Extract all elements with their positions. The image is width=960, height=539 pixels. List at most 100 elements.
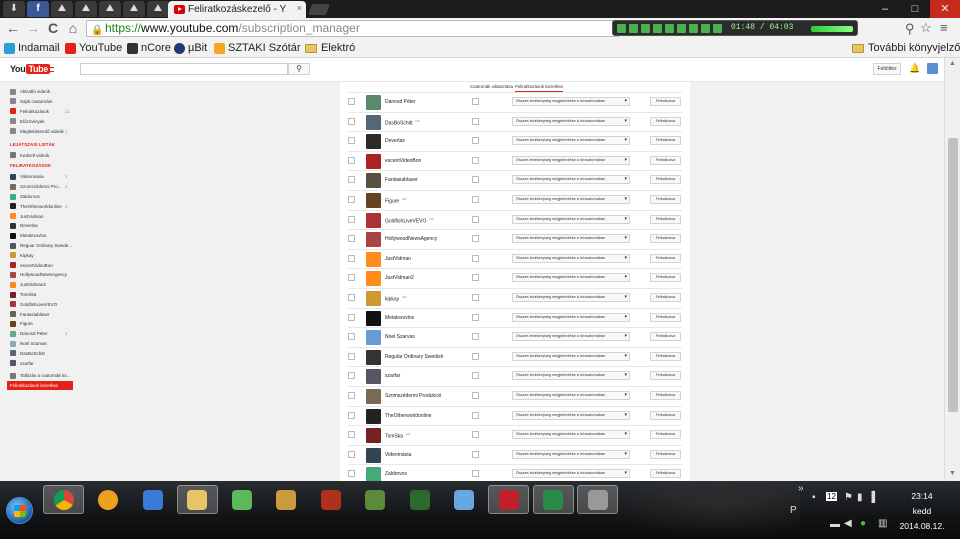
taskbar-app-gear-app[interactable]	[577, 485, 618, 514]
unsubscribe-button[interactable]: Feliratkozva	[650, 371, 681, 381]
other-bookmarks[interactable]: További könyvjelzők	[852, 42, 960, 54]
taskbar-clock[interactable]: 23:14 kedd 2014.08.12.	[897, 489, 947, 534]
taskbar-app-tree[interactable]	[399, 485, 440, 514]
unsubscribe-button[interactable]: Feliratkozva	[650, 175, 681, 185]
guide-subscription-item[interactable]: Reguar Ordinary Swede...	[10, 241, 72, 250]
channel-name[interactable]: TomSka HD	[385, 432, 410, 440]
guide-item[interactable]: Aktiváló videók	[10, 87, 50, 96]
unsubscribe-button[interactable]: Feliratkozva	[650, 293, 681, 302]
scrollbar-thumb[interactable]	[948, 138, 958, 412]
channel-avatar[interactable]	[366, 134, 381, 150]
tray-expand-icon[interactable]: »	[798, 483, 804, 494]
feed-activity-select[interactable]: Összes tevékenység megjelenítése a hírcs…	[512, 449, 630, 459]
email-updates-checkbox[interactable]	[472, 156, 479, 164]
select-channel-checkbox[interactable]	[348, 313, 355, 321]
bookmark-ncore[interactable]: nCore	[127, 42, 171, 54]
select-channel-checkbox[interactable]	[348, 98, 355, 105]
bookmark-youtube[interactable]: YouTube	[65, 42, 122, 54]
email-updates-checkbox[interactable]	[472, 294, 479, 301]
feed-activity-select[interactable]: Összes tevékenység megjelenítése a hírcs…	[512, 351, 630, 361]
pinned-tab-facebook[interactable]: f	[27, 1, 49, 17]
guide-subscription-item[interactable]: GoldfishLiveVEVO	[10, 300, 57, 309]
channel-avatar[interactable]	[366, 467, 381, 481]
taskbar-app-game-red[interactable]	[310, 485, 351, 514]
channel-avatar[interactable]	[366, 95, 381, 110]
select-channel-checkbox[interactable]	[348, 333, 355, 341]
taskbar-app-aimp[interactable]	[88, 485, 129, 514]
address-bar[interactable]: 🔒 https://www.youtube.com/subscription_m…	[86, 20, 620, 37]
language-indicator[interactable]: P	[790, 505, 797, 516]
feed-activity-select[interactable]: Összes tevékenység megjelenítése a hírcs…	[512, 293, 630, 302]
repeat-icon[interactable]	[689, 24, 698, 33]
channel-avatar[interactable]	[366, 173, 381, 189]
network-icon[interactable]: ▥	[878, 518, 887, 529]
guide-item[interactable]: Saját csatornám	[10, 97, 53, 106]
tray-screen-icon[interactable]: ▬	[830, 519, 840, 530]
guide-subscription-item[interactable]: Metalexovlos	[10, 231, 46, 240]
taskbar-app-sims[interactable]	[221, 485, 262, 514]
unsubscribe-button[interactable]: Feliratkozva	[650, 97, 681, 106]
unsubscribe-button[interactable]: Feliratkozva	[650, 136, 681, 146]
guide-subscription-item[interactable]: Deverlas	[10, 221, 38, 230]
guide-subscription-item[interactable]: szarfar	[10, 359, 34, 368]
youtube-logo[interactable]: You Tube	[10, 64, 51, 74]
taskbar-app-game-gold[interactable]	[266, 485, 307, 514]
channel-name[interactable]: JustVidman	[385, 256, 411, 262]
select-channel-checkbox[interactable]	[348, 117, 355, 125]
unsubscribe-button[interactable]: Feliratkozva	[650, 195, 681, 204]
bookmark-folder-elektro[interactable]: Elektró	[305, 42, 355, 54]
maximize-button[interactable]: □	[900, 0, 930, 18]
play-icon[interactable]	[629, 24, 638, 33]
feed-activity-select[interactable]: Összes tevékenység megjelenítése a hírcs…	[512, 312, 630, 322]
email-updates-checkbox[interactable]	[472, 196, 479, 203]
select-channel-checkbox[interactable]	[348, 176, 355, 184]
select-channel-checkbox[interactable]	[348, 372, 355, 380]
unsubscribe-button[interactable]: Feliratkozva	[650, 332, 681, 342]
channel-avatar[interactable]	[366, 428, 381, 444]
guide-subscription-item[interactable]: JustVidman	[10, 212, 43, 221]
channel-name[interactable]: Noel Szarvas	[385, 334, 415, 340]
guide-subscription-item[interactable]: TheOtherworldonline 1	[10, 202, 68, 211]
scroll-down-icon[interactable]: ▼	[949, 470, 956, 477]
email-updates-checkbox[interactable]	[472, 235, 479, 243]
column-channel-selection[interactable]: Csatornák választása	[470, 84, 513, 91]
guide-subscription-item[interactable]: Videomania 1	[10, 172, 68, 181]
bookmark-indamail[interactable]: Indamail	[4, 42, 60, 54]
channel-avatar[interactable]	[366, 251, 381, 267]
tray-signal-icon[interactable]: ▮	[857, 492, 863, 503]
channel-name[interactable]: HollywoodNewsAgency	[385, 236, 437, 242]
feed-activity-select[interactable]: Összes tevékenység megjelenítése a hírcs…	[512, 469, 630, 479]
feed-activity-select[interactable]: Összes tevékenység megjelenítése a hírcs…	[512, 155, 630, 165]
channel-avatar[interactable]	[366, 389, 381, 404]
email-updates-checkbox[interactable]	[472, 274, 479, 282]
feed-activity-select[interactable]: Összes tevékenység megjelenítése a hírcs…	[512, 97, 630, 106]
select-channel-checkbox[interactable]	[348, 411, 355, 419]
email-updates-checkbox[interactable]	[472, 333, 479, 341]
tray-network-icon[interactable]: ⚑	[844, 492, 853, 503]
pinned-tab-3[interactable]: ⛰	[99, 1, 121, 17]
unsubscribe-button[interactable]: Feliratkozva	[650, 273, 681, 283]
channel-name[interactable]: Fantasiablaser	[385, 177, 418, 183]
channel-avatar[interactable]	[366, 310, 381, 326]
unsubscribe-button[interactable]: Feliratkozva	[650, 214, 681, 224]
channel-avatar[interactable]	[366, 114, 381, 130]
feed-activity-select[interactable]: Összes tevékenység megjelenítése a hírcs…	[512, 273, 630, 283]
taskbar-app-red-app[interactable]	[488, 485, 529, 514]
channel-avatar[interactable]	[366, 153, 381, 169]
guide-subscription-item[interactable]: Zaldorvos	[10, 192, 40, 201]
guide-subscription-item[interactable]: Szomszédenni Pro... 1	[10, 182, 68, 191]
channel-name[interactable]: TheOtherworldonline	[385, 413, 431, 419]
feed-activity-select[interactable]: Összes tevékenység megjelenítése a hírcs…	[512, 410, 630, 420]
taskbar-app-minecraft[interactable]	[355, 485, 396, 514]
channel-name[interactable]: GoldfishLiveVEVO HD	[385, 217, 434, 225]
pinned-tab-download[interactable]: ⬇	[3, 1, 25, 17]
select-channel-checkbox[interactable]	[348, 196, 355, 203]
taskbar-app-swirl[interactable]	[444, 485, 485, 514]
guide-subscription-item[interactable]: escentVideoBon	[10, 261, 53, 270]
channel-avatar[interactable]	[366, 369, 381, 385]
unsubscribe-button[interactable]: Feliratkozva	[650, 430, 681, 440]
channel-avatar[interactable]	[366, 232, 381, 248]
select-channel-checkbox[interactable]	[348, 156, 355, 164]
new-tab-button[interactable]	[307, 4, 331, 15]
email-updates-checkbox[interactable]	[472, 254, 479, 262]
